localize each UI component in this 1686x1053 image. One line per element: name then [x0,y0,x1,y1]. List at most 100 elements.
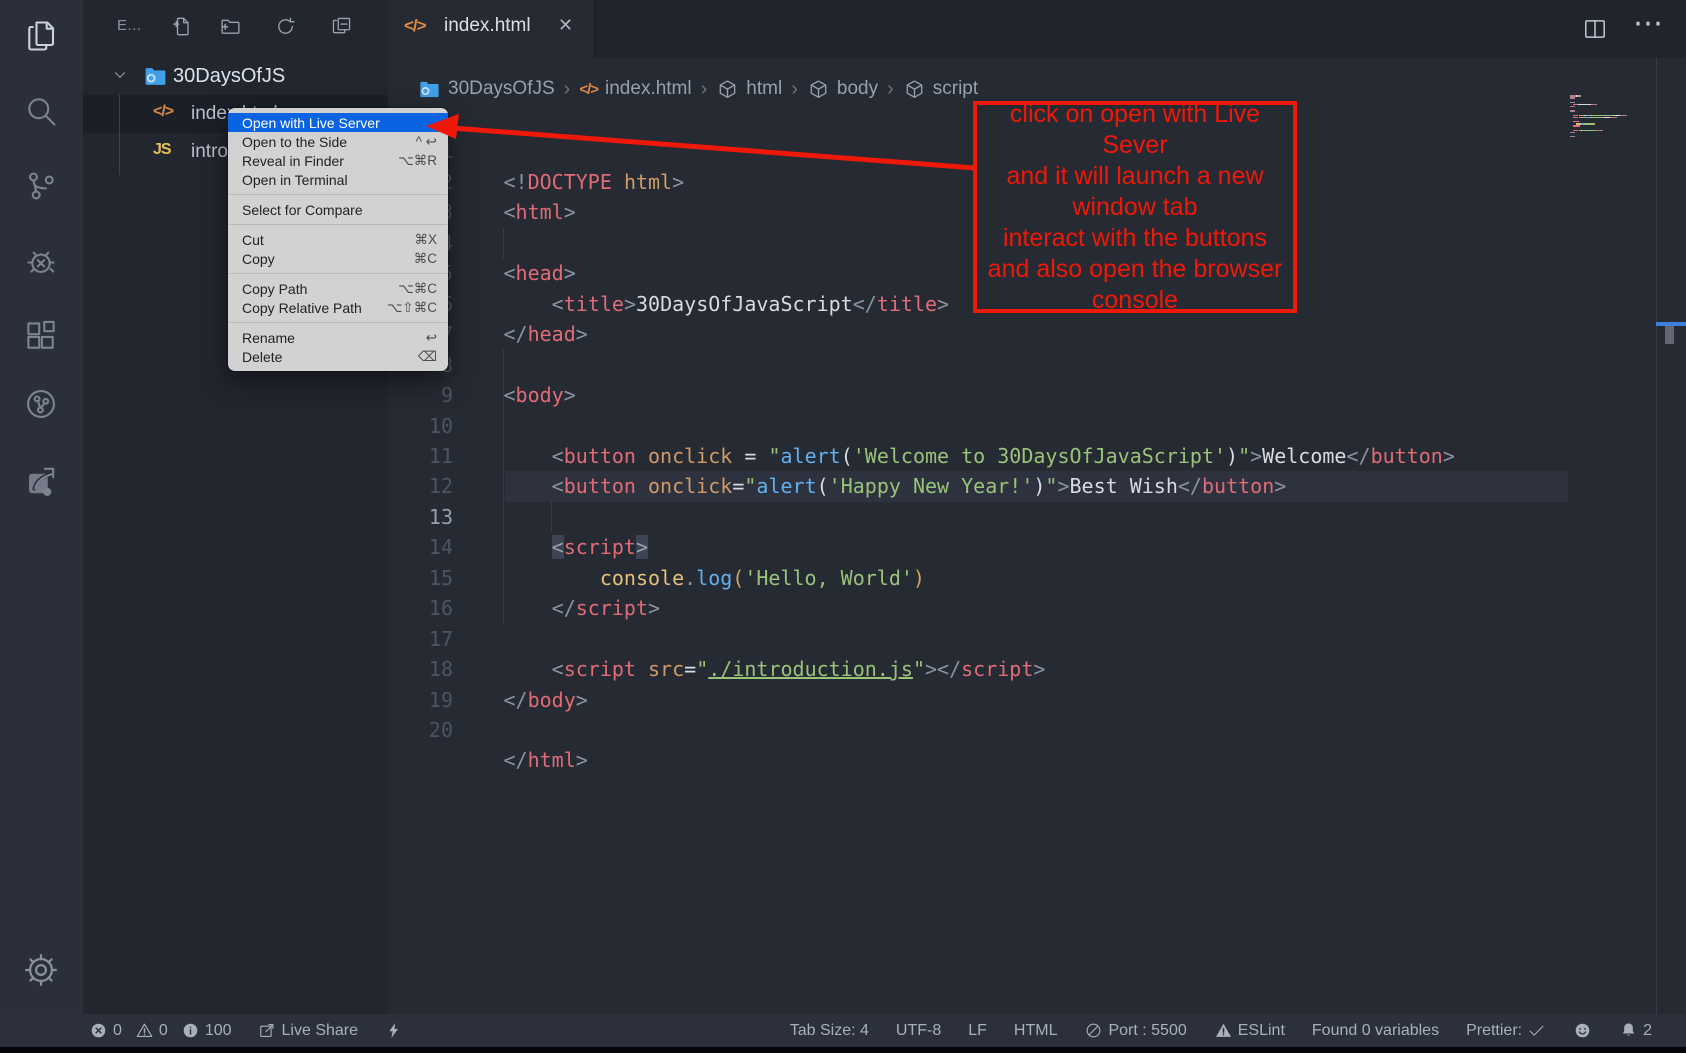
js-file-icon: JS [153,141,171,159]
menu-item-delete[interactable]: Delete ⌫ [228,347,448,366]
breadcrumb: 30DaysOfJS›</>index.html›html›body›scrip… [418,76,978,102]
code-line-17[interactable]: 17 <script src="./introduction.js"></scr… [388,593,1568,623]
flash-icon [385,1021,404,1040]
root-folder-label: 30DaysOfJS [173,65,285,88]
symbol-cube-icon [903,78,926,101]
html-file-icon: </> [404,16,426,36]
activity-extensions[interactable] [23,318,59,354]
status-port-5500[interactable]: Port : 5500 [1084,1021,1186,1040]
menu-item-copy-relative-path[interactable]: Copy Relative Path ⌥⇧⌘C [228,298,448,317]
annotation-text: and it will launch a new [977,161,1293,192]
menu-separator [229,322,447,323]
status-label: 0 [113,1022,122,1040]
menu-item-reveal-in-finder[interactable]: Reveal in Finder ⌥⌘R [228,151,448,170]
code-line-20[interactable]: 20 </html> [388,685,1568,715]
status-infos[interactable]: 100 [181,1021,232,1040]
breadcrumb-label: body [837,78,878,100]
breadcrumb-item-body[interactable]: body [807,78,878,101]
new-file-icon[interactable] [171,15,194,38]
breadcrumb-item-html[interactable]: html [716,78,782,101]
live-share-icon [258,1021,277,1040]
code-line-10[interactable]: 10 <button onclick = "alert('Welcome to … [388,380,1568,410]
minimap[interactable] [1570,95,1656,143]
activity-explorer[interactable] [23,18,59,54]
tree-root-folder[interactable]: 30DaysOfJS [83,58,388,95]
breadcrumb-item-30DaysOfJS[interactable]: 30DaysOfJS [418,78,555,101]
menu-item-select-for-compare[interactable]: Select for Compare [228,200,448,219]
folder-icon [143,64,168,89]
code-line-16[interactable]: 16 [388,563,1568,593]
menu-item-open-with-live-server[interactable]: Open with Live Server [228,113,448,132]
status-bar: 00 100 Live Share Tab Size: 4 UTF-8 LF HTML Po… [0,1014,1686,1047]
status-lf[interactable]: LF [968,1022,987,1040]
tab-index-html[interactable]: </> index.html ✕ [388,0,595,58]
activity-source-control[interactable] [23,168,59,204]
chevron-down-icon[interactable] [111,66,129,84]
code-line-12[interactable]: 12 [388,441,1568,471]
overview-ruler-divider [1656,58,1657,1014]
status-live-share[interactable]: Live Share [258,1021,359,1040]
code-line-14[interactable]: 14 console.log('Hello, World') [388,502,1568,532]
status-errors[interactable]: 0 [89,1021,122,1040]
code-line-15[interactable]: 15 </script> [388,532,1568,562]
status-eslint[interactable]: ESLint [1214,1021,1285,1040]
breadcrumb-item-index.html[interactable]: </> index.html [579,78,691,100]
menu-separator [229,224,447,225]
activity-run-debug[interactable] [23,243,59,279]
tab-close-icon[interactable]: ✕ [558,15,573,36]
settings-gear-icon[interactable] [22,951,60,989]
menu-item-cut[interactable]: Cut ⌘X [228,230,448,249]
menu-item-rename[interactable]: Rename ↩ [228,328,448,347]
breadcrumb-label: 30DaysOfJS [448,78,555,100]
menu-item-label: Open to the Side [242,134,347,150]
menu-group: Copy Path ⌥⌘C Copy Relative Path ⌥⇧⌘C [228,279,448,317]
menu-item-copy[interactable]: Copy ⌘C [228,249,448,268]
line-number: 20 [388,715,453,745]
menu-item-label: Copy [242,251,275,267]
new-folder-icon[interactable] [219,15,242,38]
activity-share-out[interactable] [23,464,59,500]
status-html[interactable]: HTML [1014,1022,1058,1040]
activity-live-share-circle[interactable] [23,386,59,422]
error-circle-icon [89,1021,108,1040]
menu-item-label: Reveal in Finder [242,153,344,169]
refresh-explorer-icon[interactable] [274,15,297,38]
menu-item-label: Cut [242,232,264,248]
status-utf-8[interactable]: UTF-8 [896,1022,941,1040]
breadcrumb-separator: › [701,78,708,101]
more-actions-icon[interactable]: ⋯ [1633,6,1663,41]
code-line-9[interactable]: 9 [388,350,1568,380]
check-icon [1527,1021,1546,1040]
smiley-icon [1573,1021,1592,1040]
menu-separator [229,194,447,195]
breadcrumb-item-script[interactable]: script [903,78,978,101]
menu-item-open-in-terminal[interactable]: Open in Terminal [228,170,448,189]
status-warnings[interactable]: 0 [135,1021,168,1040]
status-found-0-variables[interactable]: Found 0 variables [1312,1022,1439,1040]
menu-item-label: Select for Compare [242,202,363,218]
menu-item-copy-path[interactable]: Copy Path ⌥⌘C [228,279,448,298]
status-2[interactable]: 2 [1619,1021,1652,1040]
status-prettier-[interactable]: Prettier: [1466,1021,1546,1040]
menu-item-open-to-the-side[interactable]: Open to the Side ^ ↩ [228,132,448,151]
menu-item-shortcut: ⌥⇧⌘C [387,300,437,316]
annotation-text: and also open the browser [977,254,1293,285]
status-left: 00 100 Live Share [89,1014,404,1047]
code-line-11[interactable]: 11 <button onclick="alert('Happy New Yea… [388,411,1568,441]
code-line-8[interactable]: 8 <body> [388,319,1568,349]
status-flash[interactable] [385,1021,404,1040]
collapse-folders-icon[interactable] [330,15,353,38]
activity-search[interactable] [23,93,59,129]
html-file-icon: </> [579,81,598,98]
annotation-box: click on open with Live Severand it will… [973,101,1297,313]
status-tab-size-4[interactable]: Tab Size: 4 [790,1022,869,1040]
activity-bar [0,0,83,1014]
status-smiley[interactable] [1573,1021,1592,1040]
scrollbar-thumb[interactable] [1665,326,1674,344]
status-label: HTML [1014,1022,1058,1040]
breadcrumb-label: index.html [605,78,692,100]
code-line-18[interactable]: 18 </body> [388,624,1568,654]
split-editor-icon[interactable] [1582,16,1608,42]
code-line-13[interactable]: 13 <script> [388,471,1568,501]
code-line-19[interactable]: 19 [388,654,1568,684]
